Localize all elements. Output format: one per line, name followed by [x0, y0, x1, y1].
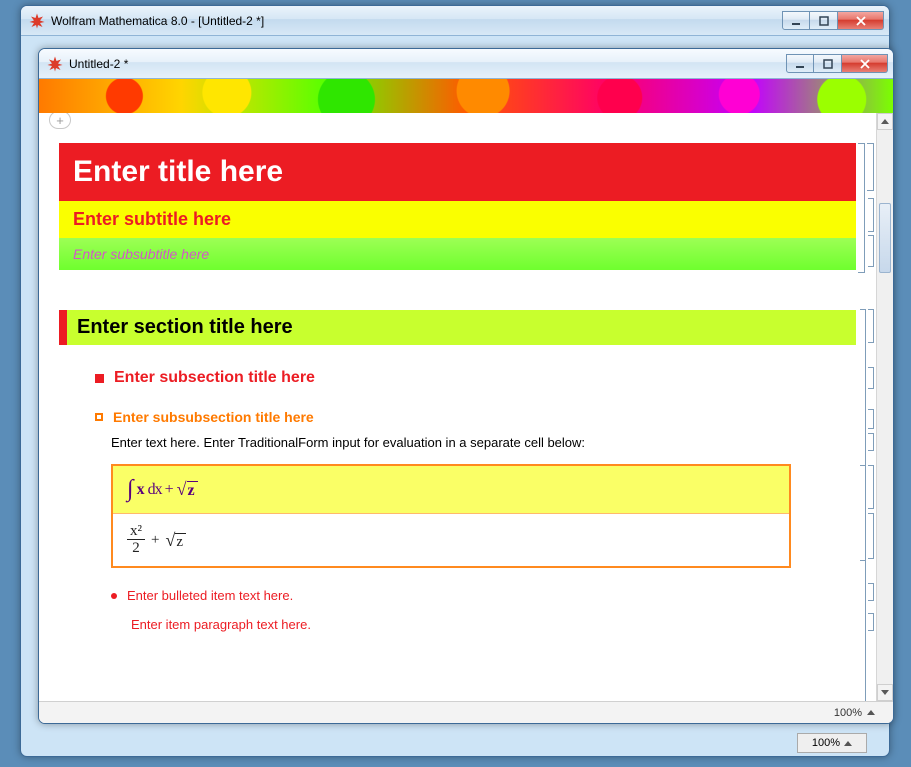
caret-up-icon: [844, 741, 852, 746]
item-paragraph-cell[interactable]: Enter item paragraph text here.: [131, 617, 856, 632]
back-zoom-value: 100%: [812, 737, 840, 749]
wolfram-icon: [29, 13, 45, 29]
title-cell[interactable]: Enter title here: [59, 143, 856, 201]
variable-z: z: [175, 533, 186, 551]
minimize-button[interactable]: [782, 11, 810, 30]
cell-bracket[interactable]: [868, 513, 874, 559]
input-cell[interactable]: ∫ x dx + √ z: [113, 466, 789, 514]
formula-group: ∫ x dx + √ z x² 2 + √: [111, 464, 791, 568]
output-cell[interactable]: x² 2 + √ z: [113, 514, 789, 566]
fraction: x² 2: [127, 524, 145, 556]
maximize-button[interactable]: [810, 11, 838, 30]
add-cell-button[interactable]: +: [49, 113, 71, 129]
caret-up-icon[interactable]: [867, 710, 875, 715]
main-window-controls: [782, 11, 884, 30]
subsection-cell[interactable]: Enter subsection title here: [95, 369, 856, 387]
square-bullet-icon: [95, 374, 104, 383]
variable-z: z: [187, 481, 198, 500]
minimize-button[interactable]: [786, 54, 814, 73]
numerator: x²: [127, 524, 145, 540]
notebook-window-title: Untitled-2 *: [69, 57, 128, 71]
cell-bracket[interactable]: [868, 367, 874, 389]
radical-symbol: √: [165, 530, 175, 551]
cell-bracket[interactable]: [868, 409, 874, 429]
notebook-window: Untitled-2 * + Enter title here Enter su…: [38, 48, 894, 724]
back-zoom-indicator[interactable]: 100%: [797, 733, 867, 753]
cell-bracket[interactable]: [868, 433, 874, 451]
scroll-up-button[interactable]: [877, 113, 893, 130]
cell-bracket[interactable]: [868, 235, 874, 267]
notebook-content[interactable]: + Enter title here Enter subtitle here E…: [39, 113, 876, 701]
bullet-dot-icon: [111, 593, 117, 599]
main-window-title: Wolfram Mathematica 8.0 - [Untitled-2 *]: [51, 14, 264, 28]
close-button[interactable]: [838, 11, 884, 30]
plus-symbol: +: [151, 532, 159, 549]
cell-bracket[interactable]: [868, 198, 874, 232]
sqrt-expression: √ z: [177, 479, 198, 500]
subsubsection-cell[interactable]: Enter subsubsection title here: [95, 409, 856, 425]
subtitle-cell[interactable]: Enter subtitle here: [59, 201, 856, 238]
differential-dx: dx: [148, 481, 162, 499]
notebook-titlebar[interactable]: Untitled-2 *: [39, 49, 893, 79]
sqrt-expression: √ z: [165, 530, 186, 551]
subsubtitle-cell[interactable]: Enter subsubtitle here: [59, 238, 856, 270]
zoom-value[interactable]: 100%: [834, 707, 862, 719]
variable-x: x: [137, 481, 145, 499]
cell-bracket[interactable]: [868, 613, 874, 631]
notebook-statusbar: 100%: [39, 701, 893, 723]
vertical-scrollbar[interactable]: [876, 113, 893, 701]
notebook-window-controls: [786, 54, 888, 73]
plus-symbol: +: [165, 481, 174, 499]
main-titlebar[interactable]: Wolfram Mathematica 8.0 - [Untitled-2 *]: [21, 6, 889, 36]
maximize-button[interactable]: [814, 54, 842, 73]
scroll-thumb[interactable]: [879, 203, 891, 273]
subsubsection-label: Enter subsubsection title here: [113, 409, 314, 425]
stylesheet-banner: [39, 79, 893, 113]
cell-bracket[interactable]: [868, 583, 874, 601]
scroll-down-button[interactable]: [877, 684, 893, 701]
close-button[interactable]: [842, 54, 888, 73]
section-cell[interactable]: Enter section title here: [59, 310, 856, 345]
hollow-square-bullet-icon: [95, 413, 103, 421]
wolfram-icon: [47, 56, 63, 72]
integral-symbol: ∫: [127, 476, 134, 503]
denominator: 2: [132, 540, 140, 556]
bullet-label: Enter bulleted item text here.: [127, 588, 293, 603]
radical-symbol: √: [177, 479, 187, 500]
text-cell[interactable]: Enter text here. Enter TraditionalForm i…: [111, 435, 856, 450]
subsection-label: Enter subsection title here: [114, 369, 315, 387]
bulleted-item-cell[interactable]: Enter bulleted item text here.: [111, 588, 856, 603]
